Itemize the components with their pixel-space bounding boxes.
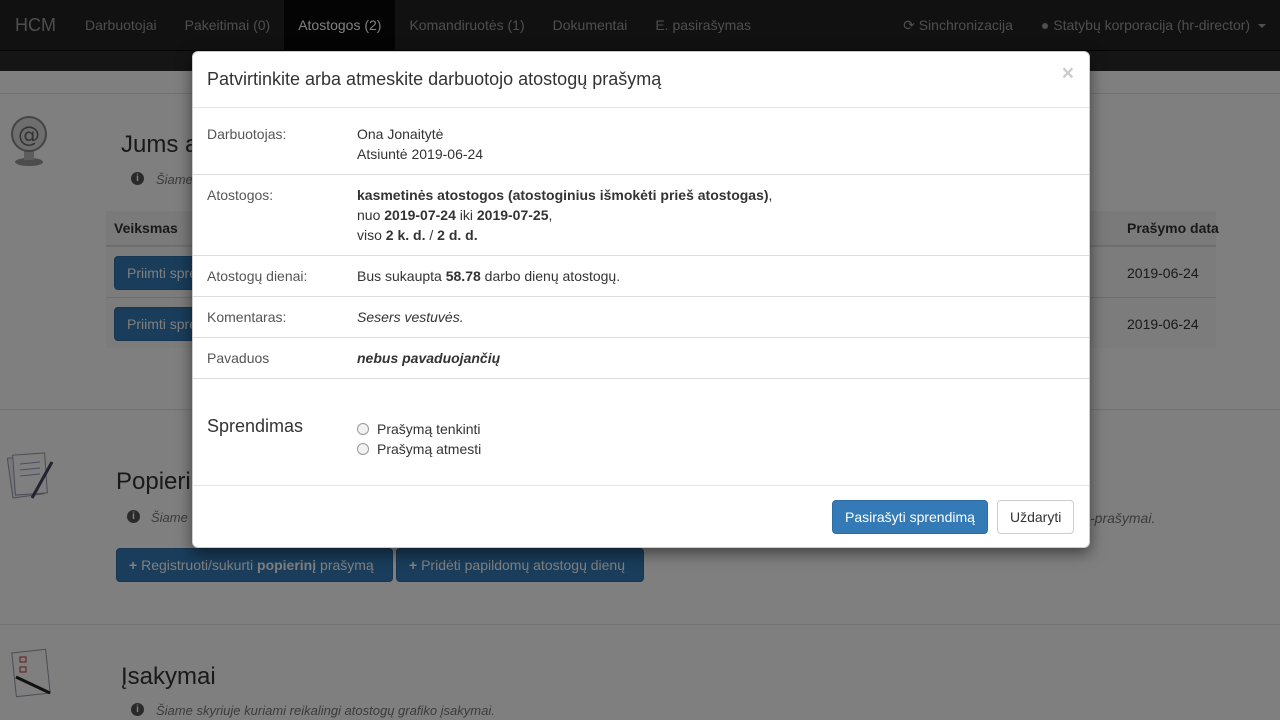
close-icon[interactable]: × [1062, 63, 1074, 84]
modal-title: Patvirtinkite arba atmeskite darbuotojo … [207, 69, 662, 89]
vacation-total-calendar-days: 2 k. d. [385, 227, 426, 243]
vacation-to-date: 2019-07-25 [476, 207, 549, 223]
employee-sent-date: Atsiuntė 2019-06-24 [357, 146, 484, 162]
days-value: Bus sukaupta 58.78 darbo dienų atostogų. [357, 268, 621, 284]
vacation-from-date: 2019-07-24 [384, 207, 456, 223]
decision-title: Sprendimas [207, 416, 304, 436]
close-button[interactable]: Uždaryti [997, 500, 1075, 534]
approve-radio[interactable] [357, 423, 369, 435]
detail-row-comment: Komentaras: Sesers vestuvės. [193, 297, 1089, 338]
employee-label: Darbuotojas: [207, 126, 287, 142]
reject-label: Prašymą atmesti [377, 441, 482, 457]
reject-radio[interactable] [357, 443, 369, 455]
modal-header: Patvirtinkite arba atmeskite darbuotojo … [193, 52, 1089, 108]
comment-value: Sesers vestuvės. [357, 309, 464, 325]
detail-row-employee: Darbuotojas: Ona Jonaitytė Atsiuntė 2019… [193, 108, 1089, 175]
detail-row-substitute: Pavaduos nebus pavaduojančių [193, 338, 1089, 379]
employee-value: Ona Jonaitytė Atsiuntė 2019-06-24 [357, 124, 483, 164]
reject-option[interactable]: Prašymą atmesti [357, 441, 481, 457]
substitute-label: Pavaduos [207, 350, 270, 366]
accrued-days: 58.78 [445, 268, 481, 284]
employee-name: Ona Jonaitytė [357, 126, 444, 142]
vacation-type: kasmetinės atostogos (atostoginius išmok… [357, 187, 769, 203]
vacation-label: Atostogos: [207, 187, 274, 203]
approve-label: Prašymą tenkinti [377, 421, 481, 437]
approve-option[interactable]: Prašymą tenkinti [357, 421, 480, 437]
request-details: Darbuotojas: Ona Jonaitytė Atsiuntė 2019… [193, 108, 1089, 379]
substitute-value: nebus pavaduojančių [357, 350, 501, 366]
vacation-total-work-days: 2 d. d. [437, 227, 478, 243]
days-label: Atostogų dienai: [207, 268, 308, 284]
vacation-value: kasmetinės atostogos (atostoginius išmok… [357, 187, 773, 243]
vacation-approval-modal: Patvirtinkite arba atmeskite darbuotojo … [192, 51, 1090, 548]
comment-label: Komentaras: [207, 309, 287, 325]
detail-row-vacation: Atostogos: kasmetinės atostogos (atostog… [193, 175, 1089, 256]
decision-section: Sprendimas Prašymą tenkinti Prašymą atme… [193, 379, 1089, 486]
detail-row-days: Atostogų dienai: Bus sukaupta 58.78 darb… [193, 256, 1089, 297]
sign-decision-button[interactable]: Pasirašyti sprendimą [832, 500, 988, 534]
